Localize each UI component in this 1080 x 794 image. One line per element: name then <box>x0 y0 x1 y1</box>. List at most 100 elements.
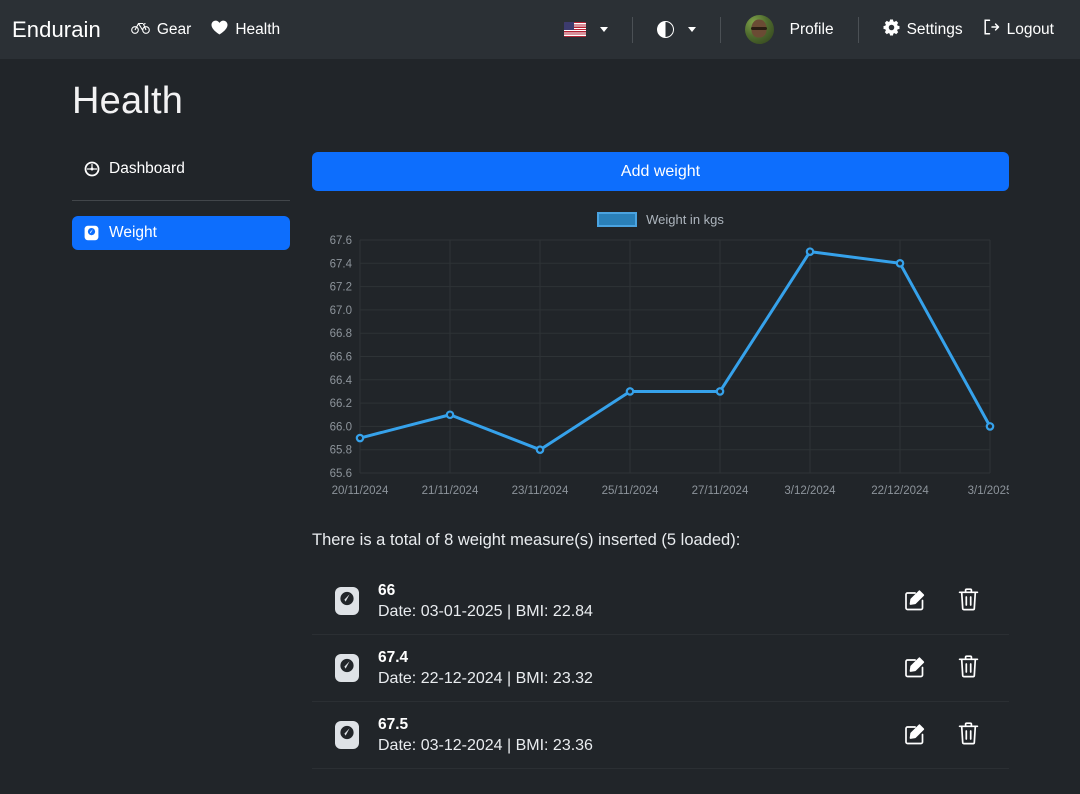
sidebar-divider <box>72 200 290 201</box>
weight-detail: Date: 03-01-2025 | BMI: 22.84 <box>378 602 593 620</box>
navbar-right: Profile Settings Logout <box>554 9 1064 50</box>
sidebar-item-dashboard-label: Dashboard <box>109 160 185 177</box>
weight-detail: Date: 22-12-2024 | BMI: 23.32 <box>378 669 593 687</box>
weight-list-item: 67.4 Date: 22-12-2024 | BMI: 23.32 <box>312 635 1009 702</box>
chart-ytick-label: 67.4 <box>330 258 353 270</box>
weight-item-text: 67.4 Date: 22-12-2024 | BMI: 23.32 <box>378 649 593 688</box>
weight-item-actions <box>904 655 1001 681</box>
delete-weight-button[interactable] <box>957 722 979 748</box>
weight-item-text: 67.5 Date: 03-12-2024 | BMI: 23.36 <box>378 716 593 755</box>
weight-item-actions <box>904 588 1001 614</box>
weight-detail: Date: 03-12-2024 | BMI: 23.36 <box>378 736 593 754</box>
edit-icon <box>904 589 926 614</box>
chart-xtick-label: 27/11/2024 <box>692 485 749 497</box>
page-title: Health <box>72 80 184 122</box>
navbar: Endurain Gear Health Profile Settings Lo… <box>0 0 1080 59</box>
scale-icon <box>84 225 100 241</box>
nav-item-settings[interactable]: Settings <box>873 13 973 47</box>
weight-item-text: 66 Date: 03-01-2025 | BMI: 22.84 <box>378 582 593 621</box>
chart-xtick-label: 21/11/2024 <box>422 485 479 497</box>
nav-item-logout[interactable]: Logout <box>973 13 1064 46</box>
delete-weight-button[interactable] <box>957 588 979 614</box>
logout-icon <box>983 19 1000 40</box>
chart-xtick-label: 3/12/2024 <box>784 485 836 497</box>
edit-weight-button[interactable] <box>904 723 926 747</box>
chart-data-point[interactable] <box>895 258 905 268</box>
divider <box>857 16 859 43</box>
chart-data-point[interactable] <box>625 387 635 396</box>
weight-list-item: 67.5 Date: 03-12-2024 | BMI: 23.36 <box>312 702 1009 769</box>
chart-ytick-label: 66.6 <box>330 352 352 364</box>
nav-item-gear-label: Gear <box>156 20 192 38</box>
scale-icon <box>334 653 360 683</box>
heart-icon <box>211 20 228 40</box>
chart-ytick-label: 66.0 <box>330 421 352 433</box>
weight-value: 67.5 <box>378 715 409 733</box>
avatar <box>744 15 774 44</box>
weights-total-text: There is a total of 8 weight measure(s) … <box>312 531 741 549</box>
chart-plot-area: 65.6 65.8 66.0 66.2 66.4 66.6 66.8 67.0 67.2 67.4… <box>312 230 1009 515</box>
edit-icon <box>904 723 926 748</box>
chart-ytick-label: 66.8 <box>330 328 352 340</box>
chart-xtick-label: 20/11/2024 <box>332 485 389 497</box>
trash-icon <box>958 588 979 614</box>
edit-weight-button[interactable] <box>904 656 926 680</box>
nav-item-health-label: Health <box>235 20 281 38</box>
us-flag-icon <box>563 22 586 37</box>
chevron-down-icon <box>599 27 608 32</box>
chart-xtick-label: 25/11/2024 <box>602 485 659 497</box>
edit-weight-button[interactable] <box>904 589 926 613</box>
contrast-icon <box>656 21 674 38</box>
sidebar-item-weight-label: Weight <box>109 224 157 241</box>
chart-ytick-label: 66.2 <box>330 398 352 410</box>
theme-selector[interactable] <box>647 15 706 44</box>
chart-data-point[interactable] <box>805 247 815 256</box>
chart-series-line <box>358 250 992 452</box>
app-root: Endurain Gear Health Profile Settings Lo… <box>0 0 1080 794</box>
nav-item-gear[interactable]: Gear <box>121 14 201 45</box>
nav-item-profile-label: Profile <box>789 20 834 38</box>
weight-list-item: 66 Date: 03-01-2025 | BMI: 22.84 <box>312 568 1009 635</box>
chevron-down-icon <box>687 27 696 32</box>
weight-value: 67.4 <box>378 648 409 666</box>
nav-item-logout-label: Logout <box>1006 20 1054 38</box>
add-weight-button[interactable]: Add weight <box>312 152 1009 191</box>
divider <box>631 16 633 43</box>
nav-item-settings-label: Settings <box>906 20 963 38</box>
weight-item-actions <box>904 722 1001 748</box>
language-selector[interactable] <box>554 16 618 43</box>
sidebar: Dashboard Weight <box>72 152 290 250</box>
sidebar-item-dashboard[interactable]: Dashboard <box>72 152 290 186</box>
trash-icon <box>958 655 979 681</box>
bicycle-icon <box>131 20 150 39</box>
chart-xtick-label: 23/11/2024 <box>512 485 569 497</box>
nav-item-profile[interactable]: Profile <box>735 9 844 50</box>
delete-weight-button[interactable] <box>957 655 979 681</box>
navbar-left: Endurain Gear Health <box>0 14 290 46</box>
weight-chart: Weight in kgs 65.6 65.8 66.0 66.2 66.4 66.6 66… <box>312 205 1009 515</box>
weights-list: 66 Date: 03-01-2025 | BMI: 22.84 67.4 Da… <box>312 568 1009 769</box>
weight-value: 66 <box>378 581 396 599</box>
chart-xtick-label: 3/1/2025 <box>968 485 1009 497</box>
chart-legend[interactable]: Weight in kgs <box>312 205 1009 233</box>
chart-ytick-label: 66.4 <box>330 375 353 387</box>
gear-icon <box>883 19 900 41</box>
chart-ytick-label: 65.8 <box>330 445 352 457</box>
scale-icon <box>334 720 360 750</box>
chart-data-point[interactable] <box>535 445 545 455</box>
chart-data-point[interactable] <box>715 387 725 396</box>
brand-link[interactable]: Endurain <box>12 17 115 43</box>
chart-data-point[interactable] <box>985 422 995 431</box>
nav-item-health[interactable]: Health <box>201 14 290 46</box>
trash-icon <box>958 722 979 748</box>
chart-ytick-label: 67.0 <box>330 305 352 317</box>
chart-ytick-label: 67.6 <box>330 235 352 247</box>
chart-data-point[interactable] <box>355 433 365 443</box>
legend-label: Weight in kgs <box>646 211 724 227</box>
chart-xtick-label: 22/12/2024 <box>871 485 929 497</box>
scale-icon <box>334 586 360 616</box>
edit-icon <box>904 656 926 681</box>
chart-data-point[interactable] <box>445 410 455 420</box>
sidebar-item-weight[interactable]: Weight <box>72 216 290 250</box>
chart-ytick-label: 65.6 <box>330 468 352 480</box>
